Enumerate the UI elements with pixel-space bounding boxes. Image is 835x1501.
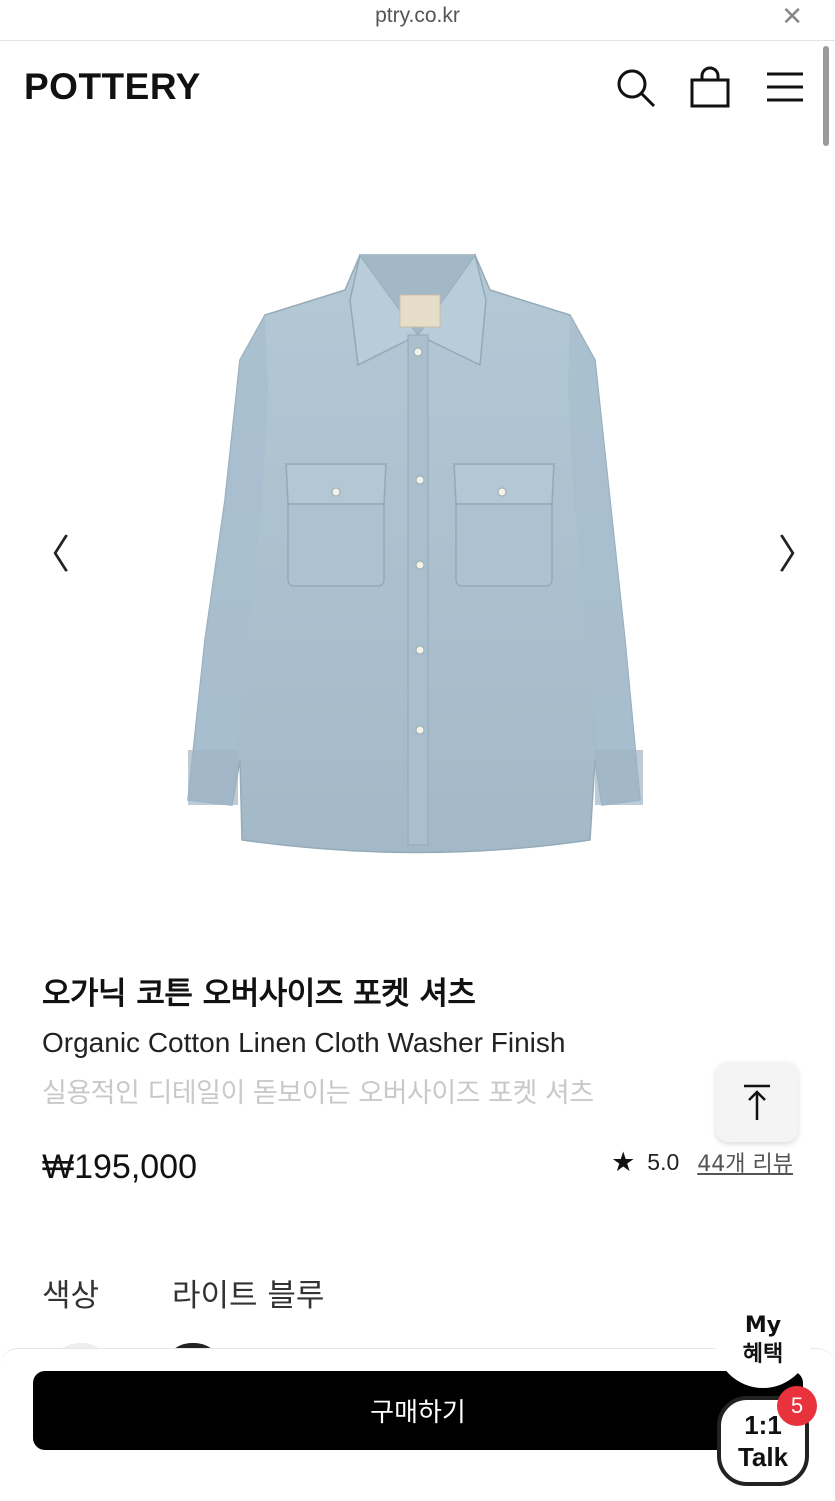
- shirt-image: [187, 253, 643, 854]
- shopping-bag-icon[interactable]: [688, 66, 732, 110]
- product-title-en: Organic Cotton Linen Cloth Washer Finish: [42, 1027, 566, 1058]
- product-title-ko: 오가닉 코튼 오버사이즈 포켓 셔츠: [42, 976, 476, 1012]
- rating-summary: ★ 5.0 44개 리뷰: [611, 1146, 793, 1178]
- search-icon[interactable]: [614, 66, 658, 110]
- arrow-up-icon: [744, 1084, 770, 1120]
- my-benefit-line1: My: [744, 1313, 782, 1338]
- talk-line1: 1:1: [744, 1410, 782, 1440]
- product-price: ₩195,000: [42, 1148, 197, 1186]
- product-info: 오가닉 코튼 오버사이즈 포켓 셔츠 Organic Cotton Linen …: [42, 968, 802, 1110]
- my-benefit-line2: 혜택: [742, 1342, 784, 1367]
- talk-badge: 5: [777, 1386, 817, 1426]
- menu-icon[interactable]: [764, 66, 808, 110]
- close-icon[interactable]: ✕: [781, 2, 803, 32]
- next-arrow-icon[interactable]: 〉: [778, 522, 818, 580]
- site-header: POTTERY: [0, 40, 835, 136]
- buy-button[interactable]: 구매하기: [33, 1371, 803, 1450]
- reviews-link[interactable]: 44개 리뷰: [697, 1146, 793, 1178]
- scroll-to-top-button[interactable]: [716, 1062, 798, 1142]
- star-icon: ★: [611, 1146, 636, 1178]
- site-logo[interactable]: POTTERY: [24, 66, 201, 108]
- product-subtitle: 실용적인 디테일이 돋보이는 오버사이즈 포켓 셔츠: [42, 1078, 594, 1109]
- product-gallery[interactable]: 〈 〉: [0, 140, 835, 940]
- browser-url-bar: ptry.co.kr ✕: [0, 0, 835, 41]
- color-value: 라이트 블루: [172, 1278, 325, 1314]
- my-benefit-button[interactable]: My 혜택: [715, 1292, 811, 1388]
- rating-value: 5.0: [647, 1148, 680, 1175]
- color-option-row: 색상 라이트 블루: [42, 1270, 324, 1315]
- prev-arrow-icon[interactable]: 〈: [30, 522, 70, 580]
- talk-line2: Talk: [737, 1442, 789, 1472]
- color-label: 색상: [42, 1278, 100, 1314]
- url-text[interactable]: ptry.co.kr: [0, 4, 835, 28]
